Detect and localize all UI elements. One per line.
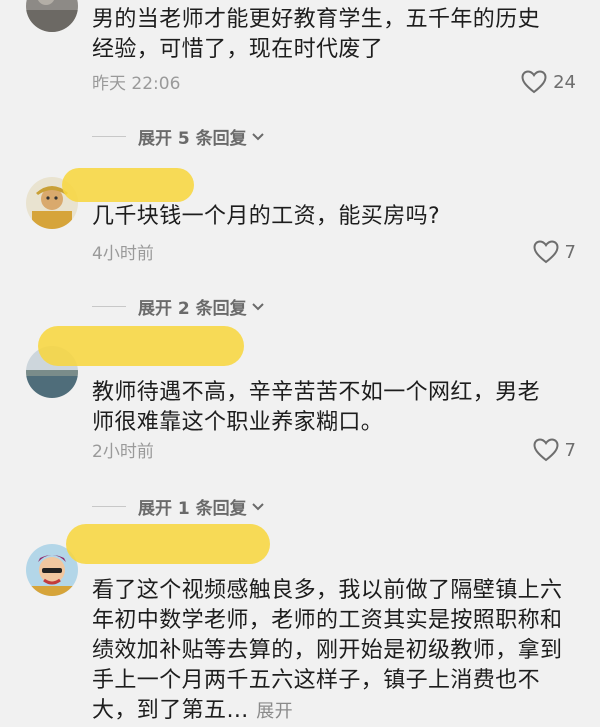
redaction-mark: [38, 326, 244, 366]
comment-text: 男的当老师才能更好教育学生，五千年的历史经验，可惜了，现在时代废了: [92, 7, 541, 62]
expand-replies-button[interactable]: 展开 2 条回复: [92, 294, 265, 319]
like-count: 7: [564, 439, 576, 461]
comment-time: 昨天 22:06: [92, 74, 181, 94]
divider-line: [92, 306, 126, 307]
expand-replies-button[interactable]: 展开 5 条回复: [92, 124, 265, 149]
divider-line: [92, 136, 126, 137]
expand-text-link[interactable]: 展开: [256, 701, 293, 722]
expand-replies-label: 展开 1 条回复: [138, 499, 247, 519]
like-button[interactable]: 7: [533, 240, 576, 264]
redaction-mark: [66, 524, 270, 564]
expand-replies-button[interactable]: 展开 1 条回复: [92, 494, 265, 519]
heart-icon: [521, 70, 547, 94]
heart-icon: [533, 240, 559, 264]
comment-text: 教师待遇不高，辛辛苦苦不如一个网红，男老师很难靠这个职业养家糊口。: [92, 380, 541, 435]
expand-replies-label: 展开 5 条回复: [138, 129, 247, 149]
expand-replies-label: 展开 2 条回复: [138, 299, 247, 319]
comment-text-body: 看了这个视频感触良多，我以前做了隔壁镇上六年初中数学老师，老师的工资其实是按照职…: [92, 578, 563, 723]
divider-line: [92, 506, 126, 507]
heart-icon: [533, 438, 559, 462]
avatar[interactable]: [26, 0, 78, 32]
chevron-down-icon: [251, 302, 264, 310]
like-count: 24: [553, 71, 576, 93]
like-button[interactable]: 24: [521, 70, 576, 94]
like-count: 7: [564, 241, 576, 263]
comment-time: 4小时前: [92, 244, 154, 264]
chevron-down-icon: [251, 132, 264, 140]
redaction-mark: [62, 168, 194, 202]
like-button[interactable]: 7: [533, 438, 576, 462]
comment-text: 看了这个视频感触良多，我以前做了隔壁镇上六年初中数学老师，老师的工资其实是按照职…: [92, 576, 584, 727]
comment-time: 2小时前: [92, 442, 154, 462]
chevron-down-icon: [251, 502, 264, 510]
comment-text: 几千块钱一个月的工资，能买房吗?: [92, 204, 441, 229]
